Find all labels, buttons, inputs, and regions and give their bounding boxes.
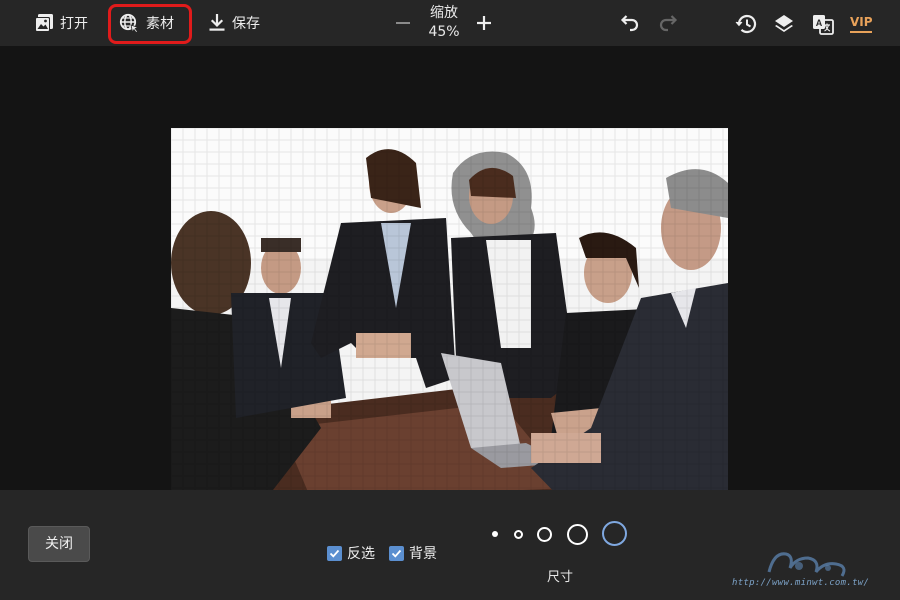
- zoom-in-button[interactable]: [474, 12, 494, 34]
- open-label: 打开: [60, 16, 88, 32]
- annotation-highlight-box: [108, 4, 192, 44]
- save-button[interactable]: 保存: [208, 8, 260, 38]
- bottom-panel: 关闭 反选 背景: [0, 490, 900, 600]
- editor-app: 打开 素材 保存 缩放 45% A VIP 关闭 反选 背景 尺寸 http:/…: [0, 0, 900, 600]
- brush-size-2[interactable]: [514, 530, 523, 539]
- layers-icon[interactable]: [772, 12, 796, 36]
- save-label: 保存: [232, 16, 260, 32]
- redo-icon[interactable]: [656, 12, 680, 36]
- download-icon: [209, 14, 225, 31]
- image-icon: [35, 14, 53, 32]
- size-label: 尺寸: [546, 570, 573, 585]
- checkbox-checked-icon[interactable]: [389, 545, 404, 561]
- vip-badge[interactable]: VIP: [850, 15, 873, 33]
- close-button[interactable]: 关闭: [28, 526, 90, 562]
- zoom-title: 缩放: [430, 5, 458, 21]
- brush-size-4[interactable]: [567, 524, 588, 545]
- invert-checkbox[interactable]: 反选: [327, 543, 375, 563]
- background-checkbox[interactable]: 背景: [389, 543, 437, 563]
- photo-content: [171, 128, 728, 499]
- translate-icon[interactable]: A: [811, 12, 835, 36]
- invert-label: 反选: [347, 546, 375, 562]
- canvas-area[interactable]: [0, 46, 900, 499]
- open-button[interactable]: 打开: [34, 8, 88, 38]
- svg-text:A: A: [816, 18, 823, 28]
- background-label: 背景: [409, 546, 437, 562]
- undo-icon[interactable]: [618, 12, 642, 36]
- brush-size-5-selected[interactable]: [602, 521, 627, 546]
- checkbox-checked-icon[interactable]: [327, 545, 342, 561]
- top-toolbar: 打开 素材 保存 缩放 45% A VIP: [0, 0, 900, 46]
- history-icon[interactable]: [734, 12, 758, 36]
- brush-size-1[interactable]: [492, 531, 498, 537]
- zoom-value: 45%: [428, 24, 460, 40]
- brush-size-3[interactable]: [537, 527, 552, 542]
- edited-photo[interactable]: [171, 128, 728, 499]
- zoom-out-button[interactable]: [394, 12, 414, 34]
